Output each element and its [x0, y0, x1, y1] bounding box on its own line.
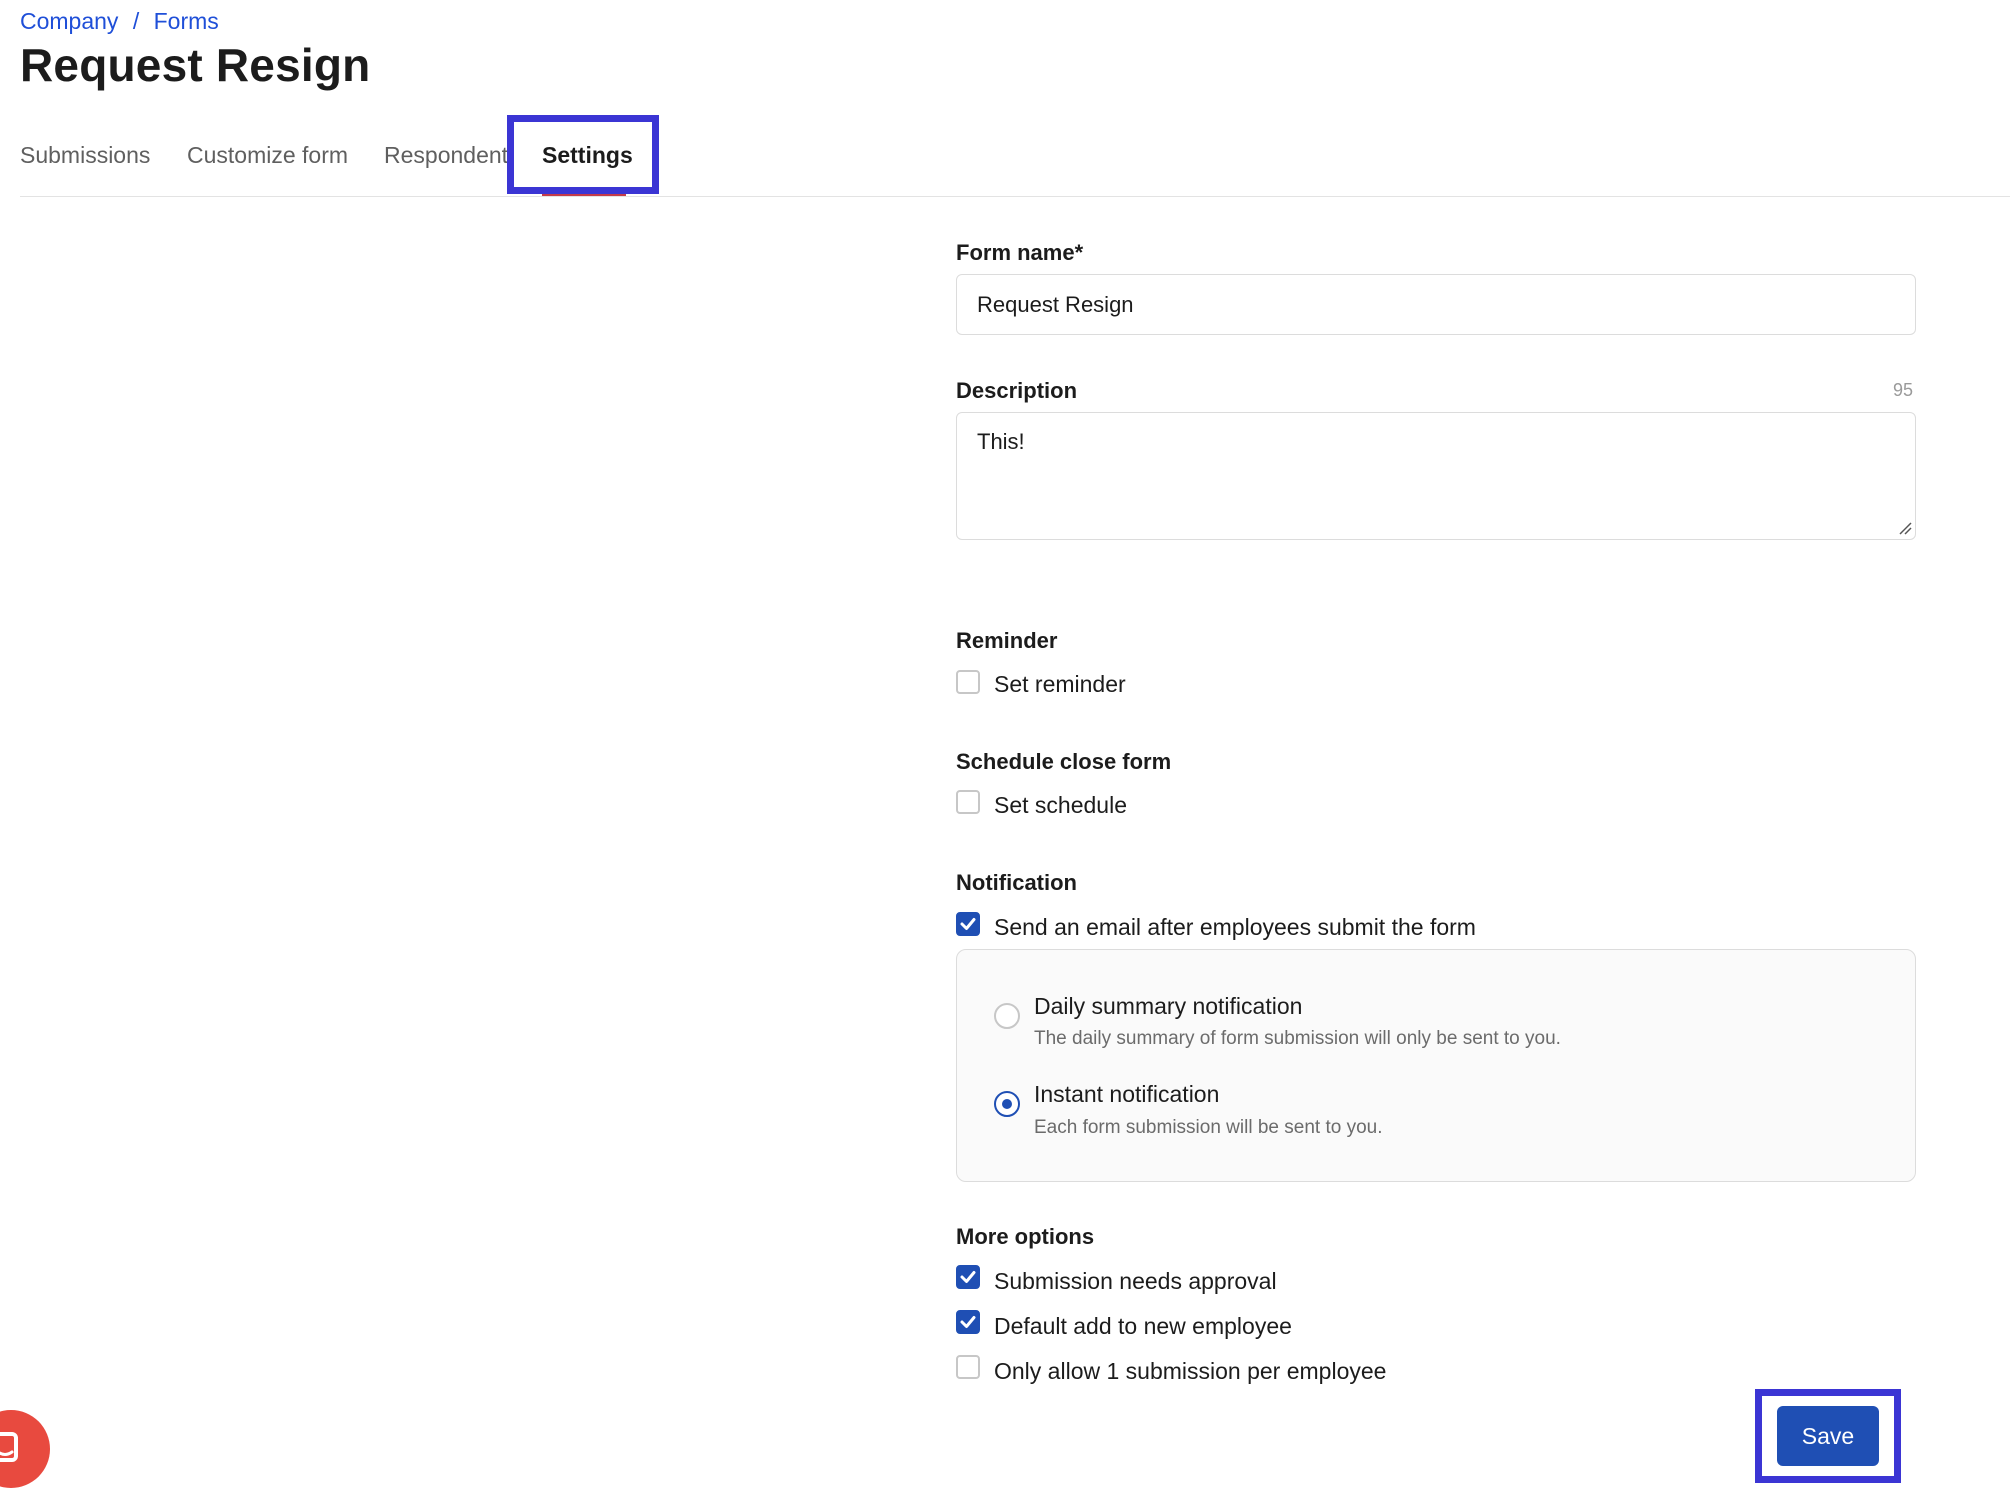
check-icon: [960, 1271, 976, 1283]
instant-notification-title[interactable]: Instant notification: [1034, 1081, 1219, 1108]
schedule-close-heading: Schedule close form: [956, 749, 1172, 774]
send-email-checkbox[interactable]: [956, 912, 980, 936]
page-title: Request Resign: [20, 39, 371, 91]
set-reminder-label[interactable]: Set reminder: [994, 671, 1126, 698]
one-submission-per-employee-label[interactable]: Only allow 1 submission per employee: [994, 1358, 1386, 1385]
breadcrumb-separator: /: [132, 8, 140, 34]
tab-customize-form[interactable]: Customize form: [187, 142, 348, 169]
tab-submissions[interactable]: Submissions: [20, 142, 150, 169]
description-textarea[interactable]: This!: [956, 412, 1916, 540]
breadcrumb-forms-link[interactable]: Forms: [154, 8, 219, 34]
more-options-heading: More options: [956, 1224, 1095, 1249]
daily-summary-title[interactable]: Daily summary notification: [1034, 993, 1302, 1020]
submission-needs-approval-checkbox[interactable]: [956, 1265, 980, 1289]
description-label: Description: [956, 378, 1078, 403]
tabs-divider: [20, 196, 2010, 197]
form-name-input[interactable]: Request Resign: [956, 274, 1916, 335]
check-icon: [960, 1316, 976, 1328]
set-reminder-checkbox[interactable]: [956, 670, 980, 694]
set-schedule-checkbox[interactable]: [956, 790, 980, 814]
set-schedule-label[interactable]: Set schedule: [994, 792, 1127, 819]
instant-notification-radio[interactable]: [994, 1091, 1020, 1117]
resize-handle-icon[interactable]: [1898, 521, 1912, 535]
save-button[interactable]: Save: [1777, 1406, 1879, 1466]
reminder-heading: Reminder: [956, 628, 1058, 653]
description-text: This!: [977, 429, 1025, 454]
daily-summary-radio[interactable]: [994, 1003, 1020, 1029]
notification-options-panel: [956, 949, 1916, 1182]
form-name-label: Form name*: [956, 240, 1084, 265]
default-add-new-employee-label[interactable]: Default add to new employee: [994, 1313, 1292, 1340]
one-submission-per-employee-checkbox[interactable]: [956, 1355, 980, 1379]
notification-heading: Notification: [956, 870, 1077, 895]
send-email-label[interactable]: Send an email after employees submit the…: [994, 914, 1476, 941]
check-icon: [960, 918, 976, 930]
instant-notification-description: Each form submission will be sent to you…: [1034, 1117, 1383, 1138]
tab-respondent[interactable]: Respondent: [384, 142, 508, 169]
breadcrumb-company-link[interactable]: Company: [20, 8, 118, 34]
description-char-counter: 95: [1893, 380, 1914, 400]
default-add-new-employee-checkbox[interactable]: [956, 1310, 980, 1334]
settings-tab-highlight-box: [507, 115, 659, 194]
chat-icon: [0, 1432, 18, 1462]
chat-launcher[interactable]: [0, 1410, 50, 1488]
submission-needs-approval-label[interactable]: Submission needs approval: [994, 1268, 1277, 1295]
daily-summary-description: The daily summary of form submission wil…: [1034, 1028, 1561, 1049]
breadcrumb: Company / Forms: [20, 8, 219, 35]
